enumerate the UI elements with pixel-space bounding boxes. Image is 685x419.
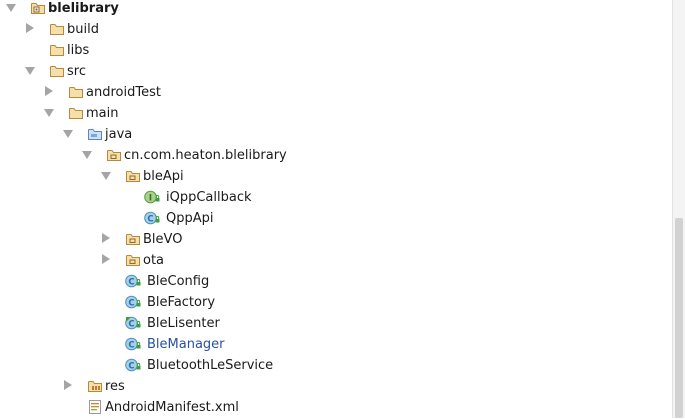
tree-item-label: cn.com.heaton.blelibrary: [124, 148, 287, 163]
package-icon: [125, 231, 141, 247]
tree-item[interactable]: blelibrary: [0, 0, 672, 19]
tree-item[interactable]: C BleConfig: [0, 271, 672, 292]
class-icon: C: [125, 357, 141, 373]
class-icon: C: [125, 273, 141, 289]
tree-item-label: BleFactory: [147, 295, 216, 310]
class-icon: C: [144, 210, 160, 226]
vertical-scrollbar[interactable]: [672, 0, 685, 418]
svg-text:C: C: [128, 361, 134, 371]
source-folder-icon: [87, 126, 103, 142]
tree-item-label: libs: [67, 43, 90, 58]
tree-item-label: QppApi: [166, 211, 214, 226]
tree-item[interactable]: main: [0, 103, 672, 124]
tree-item[interactable]: java: [0, 124, 672, 145]
expand-arrow-icon[interactable]: [82, 151, 92, 159]
expand-arrow-icon[interactable]: [6, 4, 16, 12]
tree-item-label: iQppCallback: [166, 190, 252, 205]
tree-item-label: ota: [143, 253, 165, 268]
expand-arrow-icon[interactable]: [63, 130, 73, 138]
package-icon: [125, 168, 141, 184]
tree-item[interactable]: bleApi: [0, 166, 672, 187]
svg-text:C: C: [128, 319, 134, 329]
tree-item[interactable]: C BleManager: [0, 334, 672, 355]
abstract-class-icon: C: [125, 315, 141, 331]
svg-text:C: C: [128, 340, 134, 350]
tree-item-label: src: [67, 64, 86, 79]
folder-icon: [68, 84, 84, 100]
collapse-arrow-icon[interactable]: [26, 23, 34, 33]
class-icon: C: [125, 294, 141, 310]
tree-item[interactable]: cn.com.heaton.blelibrary: [0, 145, 672, 166]
tree-item[interactable]: res: [0, 376, 672, 397]
tree-item-label: res: [105, 379, 125, 394]
interface-icon: I: [144, 189, 160, 205]
tree-item[interactable]: build: [0, 19, 672, 40]
expand-arrow-icon[interactable]: [44, 109, 54, 117]
tree-item-label: java: [105, 127, 133, 142]
project-tree: blelibrary build libs src androidTest main jav…: [0, 0, 672, 418]
resource-folder-icon: [87, 378, 103, 394]
tree-item[interactable]: C BleFactory: [0, 292, 672, 313]
expand-arrow-icon[interactable]: [101, 172, 111, 180]
package-icon: [125, 252, 141, 268]
tree-item-label: BleVO: [143, 232, 183, 247]
tree-item[interactable]: C BleLisenter: [0, 313, 672, 334]
tree-item[interactable]: libs: [0, 40, 672, 61]
tree-item-label: bleApi: [143, 169, 184, 184]
collapse-arrow-icon[interactable]: [102, 233, 110, 243]
tree-item[interactable]: C BluetoothLeService: [0, 355, 672, 376]
tree-item-label: build: [67, 22, 99, 37]
class-icon: C: [125, 336, 141, 352]
collapse-arrow-icon[interactable]: [64, 380, 72, 390]
tree-item-label: BleConfig: [147, 274, 210, 289]
folder-icon: [68, 105, 84, 121]
tree-item[interactable]: ota: [0, 250, 672, 271]
tree-item[interactable]: androidTest: [0, 82, 672, 103]
tree-item-label: AndroidManifest.xml: [105, 400, 239, 415]
folder-icon: [49, 42, 65, 58]
svg-text:C: C: [128, 298, 134, 308]
tree-item-label: blelibrary: [48, 1, 119, 16]
tree-item-label: androidTest: [86, 85, 161, 100]
tree-item[interactable]: C QppApi: [0, 208, 672, 229]
collapse-arrow-icon[interactable]: [102, 254, 110, 264]
tree-item-label: BleLisenter: [147, 316, 220, 331]
svg-text:C: C: [147, 214, 153, 224]
collapse-arrow-icon[interactable]: [45, 86, 53, 96]
module-folder-icon: [30, 0, 46, 16]
tree-item[interactable]: IiQppCallback: [0, 187, 672, 208]
folder-icon: [49, 63, 65, 79]
tree-item[interactable]: BleVO: [0, 229, 672, 250]
svg-text:I: I: [149, 193, 152, 203]
expand-arrow-icon[interactable]: [25, 67, 35, 75]
scrollbar-thumb[interactable]: [675, 218, 683, 418]
folder-icon: [49, 21, 65, 37]
tree-item-label: main: [86, 106, 119, 121]
package-icon: [106, 147, 122, 163]
tree-item[interactable]: AndroidManifest.xml: [0, 397, 672, 418]
tree-item[interactable]: src: [0, 61, 672, 82]
manifest-file-icon: [87, 399, 103, 415]
svg-text:C: C: [128, 277, 134, 287]
tree-item-label: BleManager: [147, 337, 225, 352]
tree-item-label: BluetoothLeService: [147, 358, 274, 373]
